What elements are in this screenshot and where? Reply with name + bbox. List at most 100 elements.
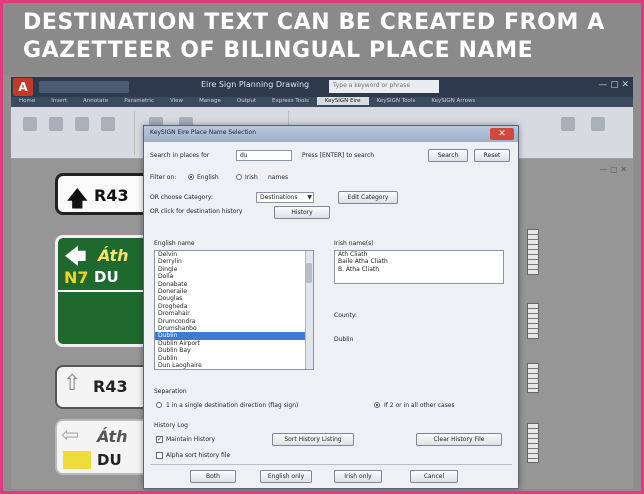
reset-button[interactable]: Reset <box>474 149 510 162</box>
english-name-item[interactable]: Drumshanbo <box>155 325 313 332</box>
english-name-item[interactable]: Dolla <box>155 273 313 280</box>
filter-english-label: English <box>197 174 219 181</box>
category-label: OR choose Category: <box>150 194 213 201</box>
sign-route-number: R43 <box>94 186 129 205</box>
quick-access-toolbar[interactable] <box>39 81 129 93</box>
article-frame: DESTINATION TEXT CAN BE CREATED FROM A G… <box>0 0 644 494</box>
grid-strip <box>527 423 539 463</box>
english-names-list[interactable]: Delvin Derrylin Dingle Dolla Donabate Donerai… <box>154 250 314 370</box>
english-name-item[interactable]: Drogheda <box>155 303 313 310</box>
ribbon-tab[interactable]: KeySIGN Arrows <box>423 97 483 105</box>
ribbon-tab[interactable]: Output <box>229 97 264 105</box>
options-tool-icon[interactable] <box>591 117 605 131</box>
english-names-label: English name <box>154 240 195 247</box>
maintain-history-checkbox[interactable]: ✓ <box>156 436 163 443</box>
sign-route-number: R43 <box>93 377 128 396</box>
ribbon-tab[interactable]: Home <box>11 97 43 105</box>
county-label: County: <box>334 312 357 319</box>
english-name-item[interactable]: Dublin Airport <box>155 340 313 347</box>
alpha-history-checkbox[interactable] <box>156 452 163 459</box>
window-controls[interactable]: — ▢ ✕ <box>598 80 629 90</box>
headline: DESTINATION TEXT CAN BE CREATED FROM A G… <box>3 3 641 75</box>
english-name-item[interactable]: Dun Laoghaire <box>155 362 313 369</box>
english-name-item[interactable]: Delvin <box>155 251 313 258</box>
english-only-button[interactable]: English only <box>260 470 312 483</box>
alpha-history-label: Alpha sort history file <box>166 452 231 459</box>
history-button[interactable]: History <box>274 206 330 219</box>
ribbon-group-signs <box>15 111 135 155</box>
irish-names-list[interactable]: Áth Cliath Baile Átha Cliath B. Átha Cliat… <box>334 250 504 284</box>
sign-irish-destination: Áth <box>97 427 128 446</box>
text-tool-icon[interactable] <box>75 117 89 131</box>
clear-history-button[interactable]: Clear History File <box>416 433 502 446</box>
grid-strip <box>527 303 539 339</box>
document-title: Eire Sign Planning Drawing <box>201 80 310 89</box>
cad-title-bar: A Eire Sign Planning Drawing Type a keyw… <box>11 77 633 97</box>
place-name-dialog: KeySIGN Eire Place Name Selection ✕ Sear… <box>143 125 519 489</box>
ribbon-tab[interactable]: Express Tools <box>264 97 317 105</box>
category-value: Destinations <box>260 194 298 201</box>
irish-name-item[interactable]: Áth Cliath <box>335 251 503 258</box>
edit-category-button[interactable]: Edit Category <box>338 191 398 204</box>
sort-history-button[interactable]: Sort History Listing <box>272 433 354 446</box>
up-arrow-outline-icon: ⇧ <box>63 371 82 396</box>
separation-other-radio[interactable] <box>374 402 380 408</box>
dialog-title-bar[interactable]: KeySIGN Eire Place Name Selection ✕ <box>144 126 518 142</box>
english-name-item[interactable]: Donabate <box>155 281 313 288</box>
english-name-item[interactable]: Dublin <box>155 332 313 340</box>
category-select[interactable]: Destinations ▼ <box>256 192 314 203</box>
ribbon-tab[interactable]: KeySIGN Eire <box>316 97 369 105</box>
english-name-item[interactable]: Dublin Bay <box>155 347 313 354</box>
filter-names-label: names <box>268 174 289 181</box>
english-name-item[interactable]: Douglas <box>155 295 313 302</box>
search-input[interactable]: du <box>236 150 292 161</box>
irish-names-label: Irish name(s) <box>334 240 374 247</box>
ribbon-tab[interactable]: View <box>162 97 191 105</box>
english-name-item[interactable]: Derrylin <box>155 258 313 265</box>
ribbon-tab[interactable]: Insert <box>43 97 75 105</box>
county-value: Dublin <box>334 336 354 343</box>
irish-only-button[interactable]: Irish only <box>334 470 382 483</box>
dialog-title: KeySIGN Eire Place Name Selection <box>150 129 257 136</box>
viewport-controls[interactable]: — ▢ ✕ <box>600 165 627 174</box>
sign-route-number: N7 <box>64 268 89 287</box>
ribbon-tab[interactable]: KeySIGN Tools <box>369 97 424 105</box>
english-name-item[interactable]: Dingle <box>155 266 313 273</box>
separation-label: Separation <box>154 388 187 395</box>
sign-route-patch <box>63 451 91 469</box>
grid-strip <box>527 363 539 393</box>
grid-strip <box>527 229 539 275</box>
filter-irish-radio[interactable] <box>236 174 242 180</box>
ribbon-tabs: Home Insert Annotate Parametric View Manage Ou… <box>11 97 633 107</box>
list-scrollbar[interactable] <box>305 251 313 369</box>
irish-name-item[interactable]: B. Átha Cliath <box>335 266 503 273</box>
english-name-item[interactable]: Drumcondra <box>155 318 313 325</box>
ribbon-tab[interactable]: Parametric <box>116 97 162 105</box>
search-button[interactable]: Search <box>428 149 468 162</box>
maintain-history-label: Maintain History <box>166 436 216 443</box>
up-arrow-icon: 🡅 <box>66 187 89 212</box>
cancel-button[interactable]: Cancel <box>410 470 458 483</box>
filter-english-radio[interactable] <box>188 174 194 180</box>
dialog-close-button[interactable]: ✕ <box>490 128 514 140</box>
separation-other-label: If 2 or in all other cases <box>384 402 455 409</box>
application-menu-button[interactable]: A <box>13 78 33 96</box>
sign-tool-icon[interactable] <box>23 117 37 131</box>
filter-irish-label: Irish <box>245 174 258 181</box>
separation-single-radio[interactable] <box>156 402 162 408</box>
borders-tool-icon[interactable] <box>561 117 575 131</box>
filter-label: Filter on: <box>150 174 177 181</box>
arrow-tool-icon[interactable] <box>49 117 63 131</box>
headline-line-2: GAZETTEER OF BILINGUAL PLACE NAME <box>23 38 534 63</box>
both-button[interactable]: Both <box>190 470 236 483</box>
english-name-item[interactable]: Dublin <box>155 355 313 362</box>
history-label: OR click for destination history <box>150 208 243 215</box>
border-tool-icon[interactable] <box>101 117 115 131</box>
english-name-item[interactable]: Doneraile <box>155 288 313 295</box>
help-search-input[interactable]: Type a keyword or phrase <box>329 80 439 93</box>
ribbon-tab[interactable]: Annotate <box>75 97 116 105</box>
scroll-thumb[interactable] <box>306 263 312 283</box>
english-name-item[interactable]: Dromahair <box>155 310 313 317</box>
ribbon-tab[interactable]: Manage <box>191 97 229 105</box>
irish-name-item[interactable]: Baile Átha Cliath <box>335 258 503 265</box>
